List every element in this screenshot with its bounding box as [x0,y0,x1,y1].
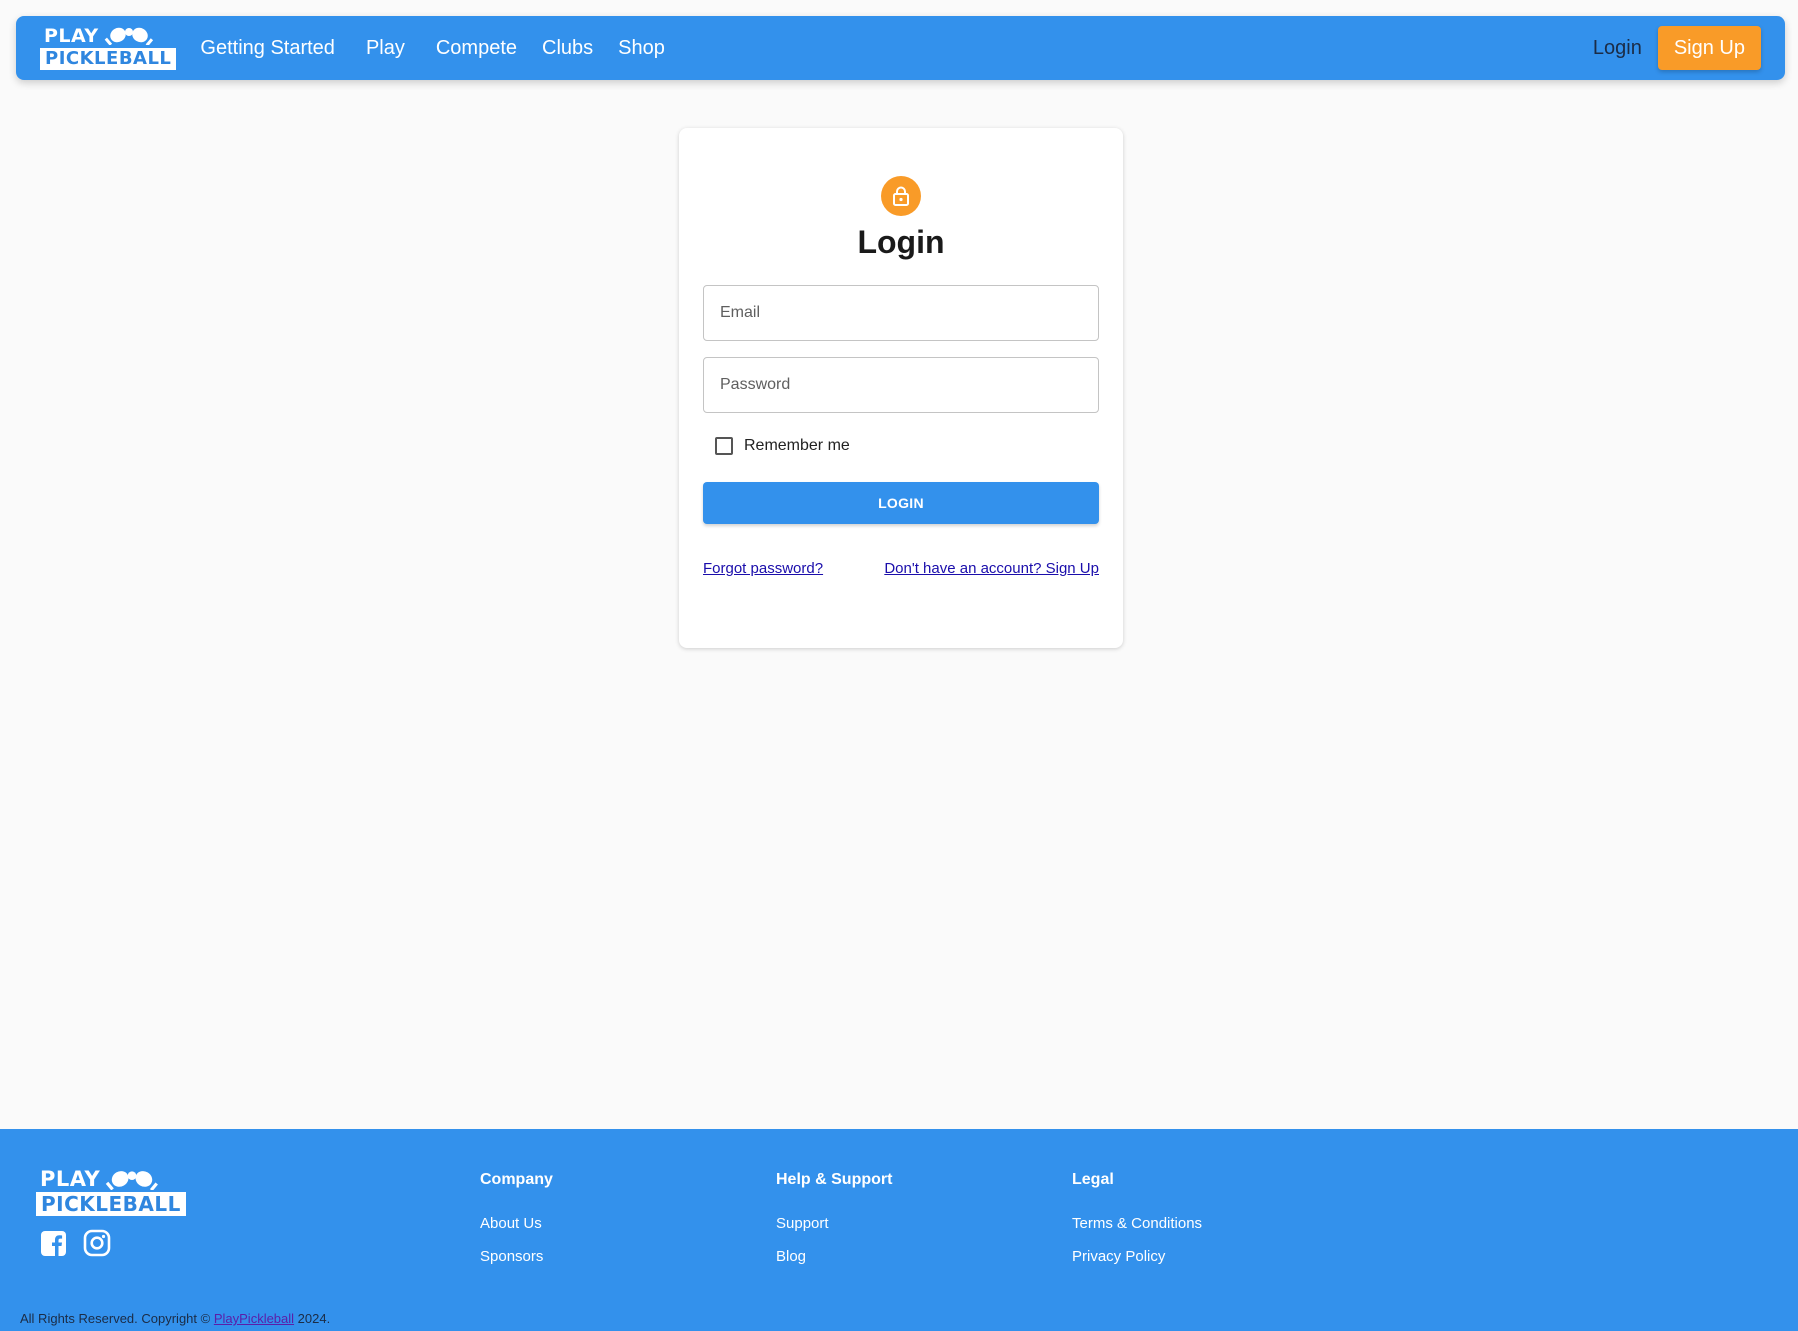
pickleball-paddles-icon [104,27,153,45]
copyright-suffix: 2024. [297,1311,331,1326]
social-links [40,1229,127,1257]
email-field[interactable] [703,285,1099,341]
header-signup-button[interactable]: Sign Up [1657,26,1761,70]
footer-link-support[interactable]: Support [776,1215,892,1232]
footer-logo-top-text: PLAY [40,1167,101,1191]
footer-logo[interactable]: PLAY PICKLEBALL [36,1169,186,1216]
password-input[interactable] [718,375,1084,395]
copyright-prefix: All Rights Reserved. Copyright © [20,1311,211,1326]
instagram-icon[interactable] [83,1229,111,1257]
footer-col-company: Company About Us Sponsors [480,1171,553,1265]
footer-link-terms[interactable]: Terms & Conditions [1072,1215,1202,1232]
footer: PLAY PICKLEBALL Company About Us Sponsor… [0,1129,1798,1331]
footer-col-legal: Legal Terms & Conditions Privacy Policy [1072,1171,1202,1265]
lock-avatar [881,176,921,216]
password-field[interactable] [703,357,1099,413]
email-input[interactable] [718,303,1084,323]
copyright-link[interactable]: PlayPickleball [214,1311,294,1326]
pickleball-paddles-icon [106,1170,159,1190]
signup-link[interactable]: Don't have an account? Sign Up [884,560,1099,577]
nav-clubs[interactable]: Clubs [542,37,593,60]
page-title: Login [857,224,945,260]
footer-col-title: Help & Support [776,1171,893,1188]
footer-link-privacy[interactable]: Privacy Policy [1072,1248,1202,1265]
logo-bottom-text: PICKLEBALL [40,47,177,70]
login-submit-button[interactable]: LOGIN [703,482,1099,524]
nav-shop[interactable]: Shop [618,37,665,60]
logo-top-text: PLAY [44,24,99,47]
forgot-password-link[interactable]: Forgot password? [703,560,823,577]
nav-play[interactable]: Play [366,37,405,60]
footer-col-title: Company [480,1171,553,1188]
top-navbar: PLAY PICKLEBALL Getting Started Play Com… [16,16,1785,80]
card-links: Forgot password? Don't have an account? … [703,560,1099,577]
main-nav: Getting Started Play Compete Clubs Shop [200,37,695,60]
login-card: Login Remember me LOGIN Forgot password?… [679,128,1123,648]
facebook-icon[interactable] [40,1230,67,1257]
header-logo[interactable]: PLAY PICKLEBALL [40,24,177,70]
remember-me-checkbox[interactable] [715,437,733,455]
remember-me-row: Remember me [703,437,1099,455]
nav-compete[interactable]: Compete [436,37,517,60]
footer-logo-bottom-text: PICKLEBALL [36,1192,186,1216]
footer-col-title: Legal [1072,1171,1114,1188]
lock-icon [893,186,909,206]
remember-me-label[interactable]: Remember me [744,437,850,455]
copyright-text: All Rights Reserved. Copyright © PlayPic… [20,1311,330,1326]
footer-link-sponsors[interactable]: Sponsors [480,1248,553,1265]
footer-col-help: Help & Support Support Blog [776,1171,892,1265]
footer-link-about-us[interactable]: About Us [480,1215,553,1232]
nav-getting-started[interactable]: Getting Started [200,37,335,60]
header-auth: Login Sign Up [1593,26,1761,70]
footer-link-blog[interactable]: Blog [776,1248,892,1265]
header-login-link[interactable]: Login [1593,37,1642,60]
